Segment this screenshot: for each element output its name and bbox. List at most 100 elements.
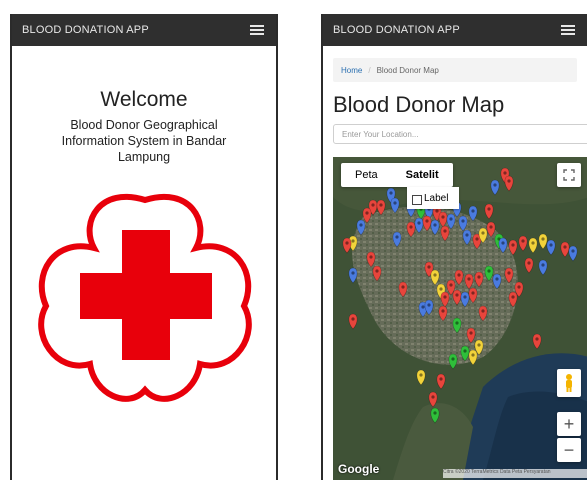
welcome-screen: BLOOD DONATION APP Welcome Blood Donor G… xyxy=(10,14,278,480)
map-pin-icon[interactable] xyxy=(468,287,478,304)
map-pin-icon[interactable] xyxy=(452,317,462,334)
map-pin-icon[interactable] xyxy=(524,257,534,274)
map-pin-icon[interactable] xyxy=(428,391,438,408)
map-pin-icon[interactable] xyxy=(390,197,400,214)
app-title: BLOOD DONATION APP xyxy=(333,24,460,36)
map-type-peta-button[interactable]: Peta xyxy=(341,163,392,187)
map-pin-icon[interactable] xyxy=(484,203,494,220)
map-pin-icon[interactable] xyxy=(440,225,450,242)
donor-markers xyxy=(342,167,578,424)
map-pin-dot xyxy=(433,411,437,415)
map-pin-icon[interactable] xyxy=(508,291,518,308)
map-pin-icon[interactable] xyxy=(466,327,476,344)
map-pin-dot xyxy=(443,295,447,299)
map-pin-icon[interactable] xyxy=(504,267,514,284)
map-pin-icon[interactable] xyxy=(560,241,570,258)
breadcrumb-home-link[interactable]: Home xyxy=(341,66,362,75)
map-pin-dot xyxy=(351,317,355,321)
map-pin-dot xyxy=(379,203,383,207)
menu-icon[interactable] xyxy=(561,25,575,35)
map-pin-dot xyxy=(477,343,481,347)
map-pin-icon[interactable] xyxy=(398,281,408,298)
map-pin-icon[interactable] xyxy=(356,219,366,236)
map-pin-icon[interactable] xyxy=(430,269,440,286)
donor-map[interactable]: Peta Satelit Label + − Google Citra ©202… xyxy=(333,157,587,480)
map-pin-dot xyxy=(455,293,459,297)
map-pin-dot xyxy=(375,269,379,273)
map-pin-icon[interactable] xyxy=(422,215,432,232)
map-pin-icon[interactable] xyxy=(414,217,424,234)
map-pin-dot xyxy=(371,203,375,207)
map-pin-icon[interactable] xyxy=(348,267,358,284)
map-pin-icon[interactable] xyxy=(440,291,450,308)
map-pin-icon[interactable] xyxy=(568,245,578,262)
map-pin-dot xyxy=(419,373,423,377)
map-pin-icon[interactable] xyxy=(478,305,488,322)
map-pin-icon[interactable] xyxy=(538,233,548,250)
map-attribution[interactable]: Citra ©2020 TerraMetrics Data Peta Persy… xyxy=(443,469,587,478)
map-pin-icon[interactable] xyxy=(538,259,548,276)
map-pin-dot xyxy=(369,255,373,259)
map-pin-icon[interactable] xyxy=(366,251,376,268)
map-pin-dot xyxy=(351,271,355,275)
map-pin-icon[interactable] xyxy=(474,271,484,288)
map-pin-icon[interactable] xyxy=(430,219,440,236)
map-pin-icon[interactable] xyxy=(460,291,470,308)
map-pin-icon[interactable] xyxy=(486,221,496,238)
map-pin-dot xyxy=(439,377,443,381)
map-pin-icon[interactable] xyxy=(492,273,502,290)
map-pin-icon[interactable] xyxy=(372,265,382,282)
map-pin-dot xyxy=(487,207,491,211)
map-pin-icon[interactable] xyxy=(484,265,494,282)
map-pin-dot xyxy=(433,223,437,227)
fullscreen-icon[interactable] xyxy=(557,163,581,187)
map-pin-dot xyxy=(563,245,567,249)
map-pin-icon[interactable] xyxy=(348,313,358,330)
map-pin-icon[interactable] xyxy=(416,369,426,386)
map-pin-icon[interactable] xyxy=(462,229,472,246)
map-pin-icon[interactable] xyxy=(458,215,468,232)
map-pin-icon[interactable] xyxy=(508,239,518,256)
map-pin-dot xyxy=(463,295,467,299)
map-pin-icon[interactable] xyxy=(464,273,474,290)
map-pin-icon[interactable] xyxy=(490,179,500,196)
label-toggle[interactable]: Label xyxy=(407,187,459,209)
map-pin-icon[interactable] xyxy=(454,269,464,286)
map-type-satelit-button[interactable]: Satelit xyxy=(392,163,453,187)
map-pin-dot xyxy=(389,191,393,195)
map-screen: BLOOD DONATION APP Home / Blood Donor Ma… xyxy=(321,14,587,480)
map-pin-icon[interactable] xyxy=(546,239,556,256)
map-pin-icon[interactable] xyxy=(392,231,402,248)
map-pin-icon[interactable] xyxy=(438,305,448,322)
map-pin-icon[interactable] xyxy=(446,213,456,230)
map-pin-icon[interactable] xyxy=(468,205,478,222)
map-pin-dot xyxy=(541,263,545,267)
map-pin-dot xyxy=(541,237,545,241)
map-pin-icon[interactable] xyxy=(436,373,446,390)
map-pin-icon[interactable] xyxy=(438,211,448,228)
map-pin-icon[interactable] xyxy=(448,353,458,370)
zoom-in-button[interactable]: + xyxy=(557,412,581,436)
label-checkbox[interactable] xyxy=(412,195,422,205)
zoom-out-button[interactable]: − xyxy=(557,438,581,462)
map-pin-icon[interactable] xyxy=(362,207,372,224)
map-pin-icon[interactable] xyxy=(460,345,470,362)
map-pin-icon[interactable] xyxy=(468,349,478,366)
map-pin-icon[interactable] xyxy=(376,199,386,216)
map-pin-dot xyxy=(457,273,461,277)
map-pin-icon[interactable] xyxy=(498,237,508,254)
location-input[interactable]: Enter Your Location... xyxy=(333,124,587,144)
map-pin-dot xyxy=(495,277,499,281)
map-pin-icon[interactable] xyxy=(504,175,514,192)
map-pin-dot xyxy=(511,295,515,299)
map-pin-icon[interactable] xyxy=(452,289,462,306)
map-pin-icon[interactable] xyxy=(518,235,528,252)
pegman-icon[interactable] xyxy=(557,369,581,397)
map-pin-icon[interactable] xyxy=(430,407,440,424)
map-pin-dot xyxy=(393,201,397,205)
map-pin-icon[interactable] xyxy=(406,221,416,238)
map-pin-icon[interactable] xyxy=(532,333,542,350)
map-pin-icon[interactable] xyxy=(342,237,352,254)
menu-icon[interactable] xyxy=(250,25,264,35)
map-pin-icon[interactable] xyxy=(528,237,538,254)
